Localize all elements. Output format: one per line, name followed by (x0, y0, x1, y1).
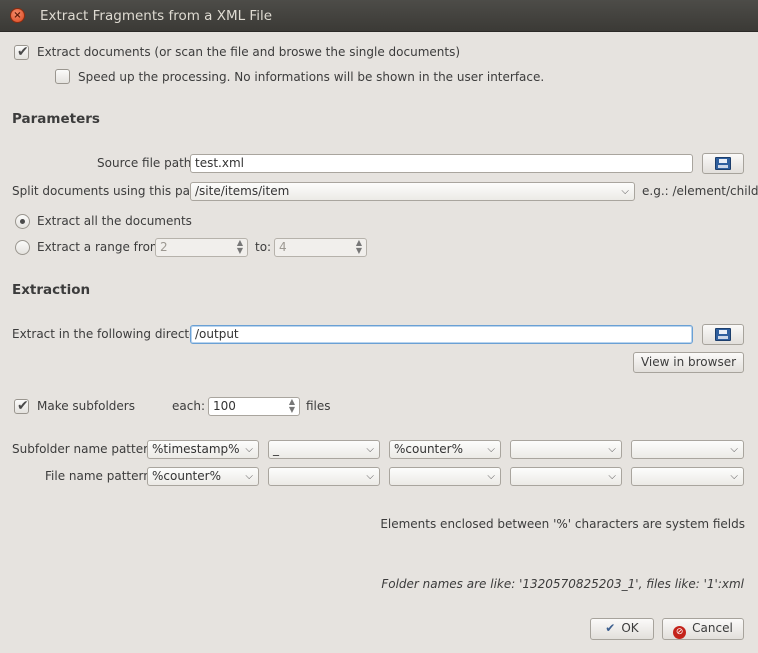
chevron-down-icon: ⌵ (366, 444, 374, 455)
extract-documents-label: Extract documents (or scan the file and … (37, 45, 461, 59)
cancel-icon: ⊘ (673, 626, 687, 639)
subfolder-pattern-combo-2[interactable]: _ ⌵ (268, 440, 380, 459)
each-label: each: (172, 399, 205, 413)
checkmark-icon: ✔ (605, 621, 616, 635)
close-icon[interactable]: × (10, 8, 25, 23)
make-subfolders-checkbox[interactable]: ✔ (14, 398, 29, 414)
system-fields-note: Elements enclosed between '%' characters… (380, 517, 745, 531)
title-bar: × Extract Fragments from a XML File (0, 0, 758, 32)
radio-dot (20, 219, 25, 224)
subfolder-pattern-combo-3[interactable]: %counter% ⌵ (389, 440, 501, 459)
range-from-value: 2 (160, 240, 168, 254)
speed-up-checkbox[interactable] (55, 69, 70, 84)
chevron-down-icon: ⌵ (608, 471, 616, 482)
chevron-down-icon: ⌵ (245, 444, 253, 455)
save-icon (715, 327, 731, 341)
extraction-heading: Extraction (12, 282, 91, 298)
cancel-button[interactable]: ⊘ Cancel (662, 618, 744, 640)
source-file-input[interactable]: test.xml (190, 154, 693, 173)
extract-range-label: Extract a range from: (37, 240, 166, 254)
chevron-down-icon: ⌵ (608, 444, 616, 455)
range-to-label: to: (255, 240, 272, 254)
parameters-heading: Parameters (12, 111, 100, 127)
combo-value: %timestamp% (152, 442, 240, 456)
range-from-spinner[interactable]: 2 ▲ ▼ (155, 238, 248, 257)
spin-arrows-icon: ▲ ▼ (236, 238, 243, 255)
chevron-down-icon: ⌵ (366, 471, 374, 482)
directory-input[interactable]: /output (190, 325, 693, 344)
split-path-label: Split documents using this path (12, 184, 203, 198)
subfolder-pattern-combo-4[interactable]: ⌵ (510, 440, 622, 459)
source-file-label: Source file path: (97, 156, 196, 170)
chevron-down-icon: ⌵ (730, 444, 738, 455)
subfolder-pattern-combo-5[interactable]: ⌵ (631, 440, 744, 459)
window-title: Extract Fragments from a XML File (40, 8, 273, 24)
combo-value: %counter% (152, 469, 221, 483)
checkmark-icon: ✔ (17, 398, 29, 414)
ok-button[interactable]: ✔ OK (590, 618, 654, 640)
speed-up-label: Speed up the processing. No informations… (78, 70, 545, 84)
file-pattern-combo-4[interactable]: ⌵ (510, 467, 622, 486)
directory-label: Extract in the following directory: (12, 327, 212, 341)
cancel-label: Cancel (692, 621, 733, 635)
spin-arrows-icon: ▲ ▼ (288, 397, 295, 414)
split-path-combo[interactable]: /site/items/item ⌵ (190, 182, 635, 201)
save-icon (715, 156, 731, 170)
files-label: files (306, 399, 331, 413)
dialog-window: × Extract Fragments from a XML File ✔ Ex… (0, 0, 758, 653)
chevron-down-icon: ⌵ (621, 186, 629, 197)
range-to-value: 4 (279, 240, 287, 254)
split-path-value: /site/items/item (195, 184, 290, 198)
chevron-down-icon: ⌵ (487, 471, 495, 482)
checkmark-icon: ✔ (17, 44, 29, 60)
make-subfolders-label: Make subfolders (37, 399, 135, 413)
extract-range-radio[interactable] (15, 240, 30, 255)
chevron-down-icon: ⌵ (487, 444, 495, 455)
subfolder-pattern-label: Subfolder name pattern (12, 442, 156, 456)
source-save-button[interactable] (702, 153, 744, 174)
file-pattern-combo-1[interactable]: %counter% ⌵ (147, 467, 259, 486)
extract-all-radio[interactable] (15, 214, 30, 229)
ok-label: OK (621, 621, 639, 635)
file-pattern-combo-5[interactable]: ⌵ (631, 467, 744, 486)
split-path-hint: e.g.: /element/child (642, 184, 758, 198)
combo-value: _ (273, 442, 279, 456)
view-in-browser-button[interactable]: View in browser (633, 352, 744, 373)
spin-arrows-icon: ▲ ▼ (355, 238, 362, 255)
each-value: 100 (213, 399, 236, 413)
names-preview: Folder names are like: '1320570825203_1'… (381, 577, 744, 591)
each-spinner[interactable]: 100 ▲ ▼ (208, 397, 300, 416)
file-pattern-combo-3[interactable]: ⌵ (389, 467, 501, 486)
extract-all-label: Extract all the documents (37, 214, 192, 228)
extract-documents-checkbox[interactable]: ✔ (14, 44, 29, 60)
chevron-down-icon: ⌵ (730, 471, 738, 482)
combo-value: %counter% (394, 442, 463, 456)
chevron-down-icon: ⌵ (245, 471, 253, 482)
directory-save-button[interactable] (702, 324, 744, 345)
file-pattern-label: File name pattern (45, 469, 151, 483)
range-to-spinner[interactable]: 4 ▲ ▼ (274, 238, 367, 257)
subfolder-pattern-combo-1[interactable]: %timestamp% ⌵ (147, 440, 259, 459)
file-pattern-combo-2[interactable]: ⌵ (268, 467, 380, 486)
